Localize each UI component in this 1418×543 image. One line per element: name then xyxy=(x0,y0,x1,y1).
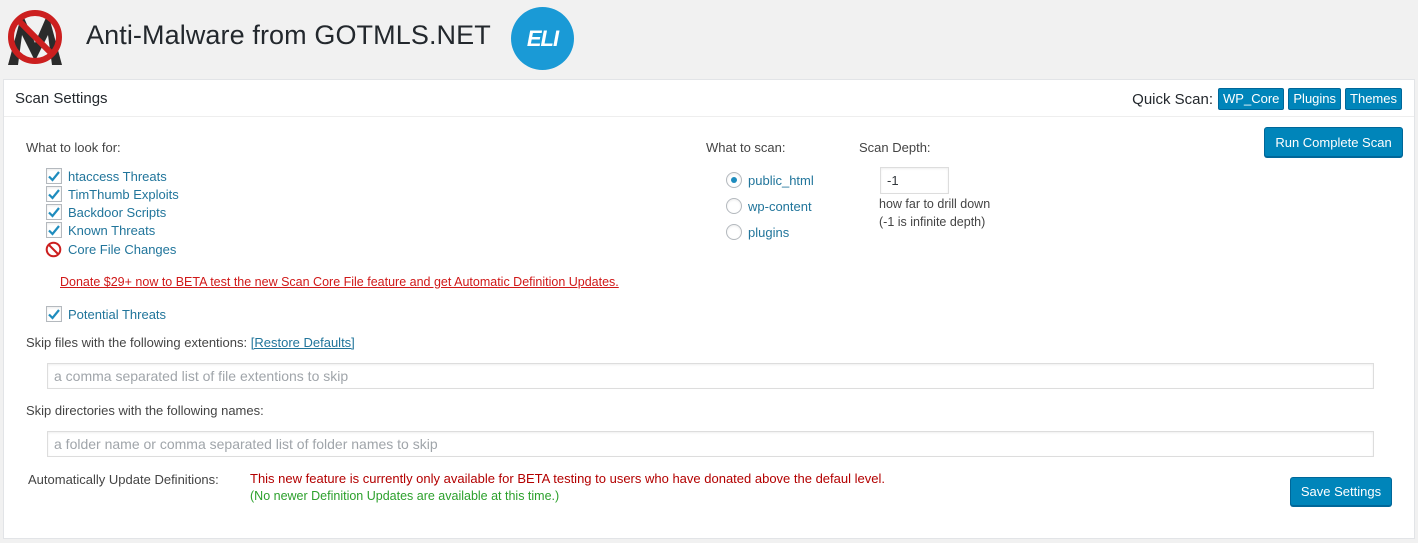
gotmls-logo-icon xyxy=(8,10,62,65)
run-complete-scan-button[interactable]: Run Complete Scan xyxy=(1264,127,1403,157)
scan-option-wp-content[interactable]: wp-content xyxy=(726,198,812,214)
skip-extensions-text: Skip files with the following extentions… xyxy=(26,335,248,350)
checkbox-checked[interactable] xyxy=(46,186,62,202)
page-title: Anti-Malware from GOTMLS.NET xyxy=(86,20,491,50)
radio-label: public_html xyxy=(748,172,814,188)
skip-directories-input[interactable] xyxy=(47,431,1374,457)
skip-extensions-label: Skip files with the following extentions… xyxy=(26,335,355,350)
quick-scan-wp-core-button[interactable]: WP_Core xyxy=(1218,88,1285,110)
quick-scan-label: Quick Scan: xyxy=(1132,90,1214,108)
option-backdoor-scripts[interactable]: Backdoor Scripts xyxy=(46,204,166,220)
radio-unselected[interactable] xyxy=(726,198,742,214)
scan-depth-help-2: (-1 is infinite depth) xyxy=(879,215,986,229)
radio-selected[interactable] xyxy=(726,172,742,188)
auto-update-label: Automatically Update Definitions: xyxy=(28,472,219,487)
option-core-file-changes: Core File Changes xyxy=(45,241,176,257)
what-to-scan-label: What to scan: xyxy=(706,140,786,155)
quick-scan-plugins-button[interactable]: Plugins xyxy=(1288,88,1342,110)
option-htaccess-threats[interactable]: htaccess Threats xyxy=(46,168,167,184)
checkbox-checked[interactable] xyxy=(46,222,62,238)
checkmark-icon xyxy=(48,207,60,218)
prohibited-icon xyxy=(45,241,62,257)
option-known-threats[interactable]: Known Threats xyxy=(46,222,155,238)
option-label: TimThumb Exploits xyxy=(68,186,179,202)
checkbox-checked[interactable] xyxy=(46,168,62,184)
radio-unselected[interactable] xyxy=(726,224,742,240)
checkbox-checked[interactable] xyxy=(46,306,62,322)
restore-defaults-link[interactable]: [Restore Defaults] xyxy=(251,335,355,350)
quick-scan-themes-button[interactable]: Themes xyxy=(1345,88,1402,110)
radio-label: plugins xyxy=(748,224,790,240)
scan-depth-help-1: how far to drill down xyxy=(879,197,991,211)
page-header: Anti-Malware from GOTMLS.NET ELI xyxy=(0,0,1418,78)
quick-scan-group: Quick Scan: WP_Core Plugins Themes xyxy=(1132,88,1402,110)
scan-option-public-html[interactable]: public_html xyxy=(726,172,814,188)
option-label: Known Threats xyxy=(68,222,156,238)
scan-settings-panel: Scan Settings Quick Scan: WP_Core Plugin… xyxy=(3,79,1415,539)
option-label: htaccess Threats xyxy=(68,168,167,184)
skip-directories-label: Skip directories with the following name… xyxy=(26,403,264,418)
checkmark-icon xyxy=(48,225,60,236)
option-label: Potential Threats xyxy=(68,306,167,322)
skip-extensions-input[interactable] xyxy=(47,363,1374,389)
donate-link[interactable]: Donate $29+ now to BETA test the new Sca… xyxy=(60,275,619,289)
scan-option-plugins[interactable]: plugins xyxy=(726,224,789,240)
auto-update-message: This new feature is currently only avail… xyxy=(250,471,885,486)
checkmark-icon xyxy=(48,189,60,200)
panel-title: Scan Settings xyxy=(15,90,108,107)
checkbox-checked[interactable] xyxy=(46,204,62,220)
radio-label: wp-content xyxy=(748,198,812,214)
save-settings-button[interactable]: Save Settings xyxy=(1290,477,1392,506)
option-label: Core File Changes xyxy=(68,241,177,257)
option-potential-threats[interactable]: Potential Threats xyxy=(46,306,166,322)
panel-header: Scan Settings Quick Scan: WP_Core Plugin… xyxy=(4,80,1414,117)
look-for-label: What to look for: xyxy=(26,140,121,155)
scan-depth-input[interactable] xyxy=(880,167,949,194)
checkmark-icon xyxy=(48,309,60,320)
scan-depth-label: Scan Depth: xyxy=(859,140,931,155)
eli-badge: ELI xyxy=(511,7,574,70)
auto-update-status: (No newer Definition Updates are availab… xyxy=(250,489,560,503)
checkmark-icon xyxy=(48,171,60,182)
option-timthumb-exploits[interactable]: TimThumb Exploits xyxy=(46,186,179,202)
option-label: Backdoor Scripts xyxy=(68,204,167,220)
